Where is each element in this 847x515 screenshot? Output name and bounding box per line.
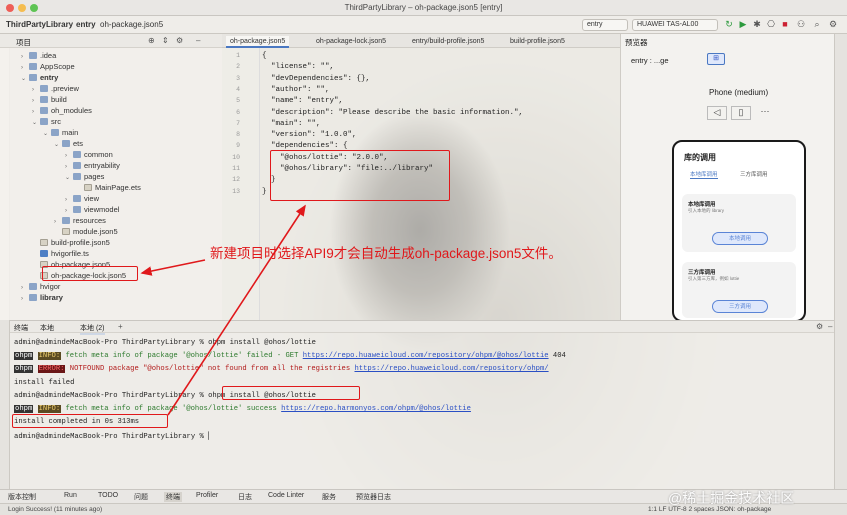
watermark: @稀土掘金技术社区	[668, 490, 795, 506]
arrow-to-dependencies	[167, 204, 306, 416]
arrow-to-file	[140, 259, 206, 276]
annotation-text: 新建项目时选择API9才会自动生成oh-package.json5文件。	[210, 246, 562, 261]
